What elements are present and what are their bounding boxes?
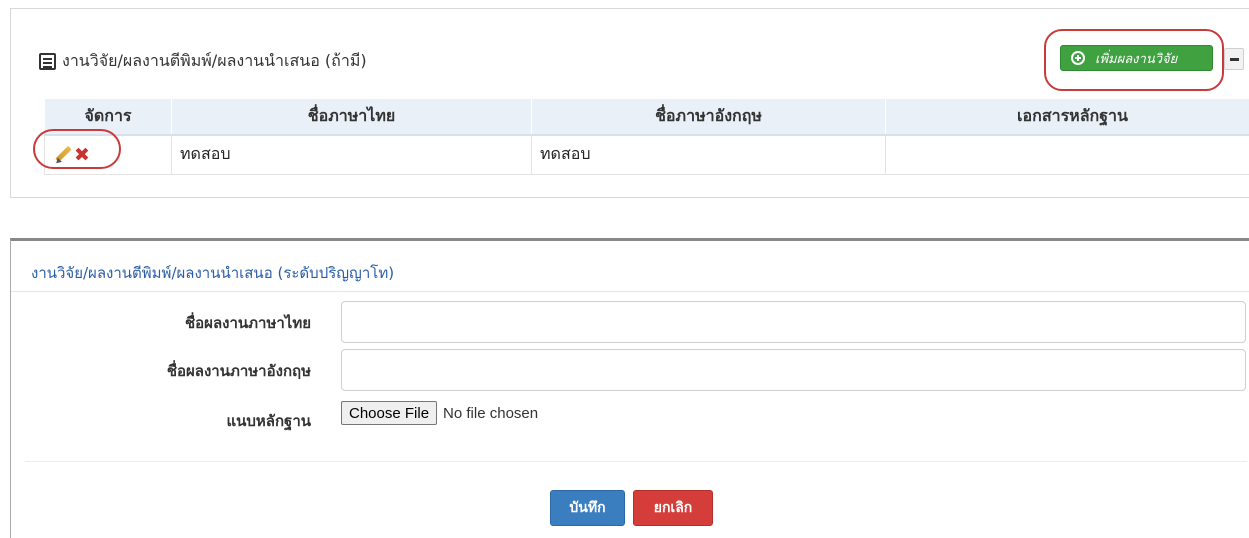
minus-icon bbox=[1230, 58, 1239, 61]
english-name-label: ชื่อผลงานภาษาอังกฤษ bbox=[167, 359, 311, 383]
table-row: ✖ ทดสอบ ทดสอบ bbox=[45, 135, 1249, 175]
modal-title: งานวิจัย/ผลงานตีพิมพ์/ผลงานนำเสนอ (ระดับ… bbox=[31, 261, 394, 285]
thai-name-label: ชื่อผลงานภาษาไทย bbox=[185, 311, 311, 335]
panel-title-text: งานวิจัย/ผลงานตีพิมพ์/ผลงานนำเสนอ (ถ้ามี… bbox=[62, 49, 367, 74]
thai-name-row: ชื่อผลงานภาษาไทย bbox=[11, 301, 1249, 341]
save-button[interactable]: บันทึก bbox=[550, 490, 625, 526]
cell-evidence bbox=[886, 135, 1249, 175]
cell-english-name: ทดสอบ bbox=[532, 135, 886, 175]
cancel-button[interactable]: ยกเลิก bbox=[633, 490, 713, 526]
panel-title: งานวิจัย/ผลงานตีพิมพ์/ผลงานนำเสนอ (ถ้ามี… bbox=[39, 49, 367, 74]
col-header-thai: ชื่อภาษาไทย bbox=[172, 99, 532, 135]
english-name-input[interactable] bbox=[341, 349, 1246, 391]
add-research-button[interactable]: เพิ่มผลงานวิจัย bbox=[1060, 45, 1213, 71]
attachment-label: แนบหลักฐาน bbox=[226, 409, 311, 433]
modal-header: งานวิจัย/ผลงานตีพิมพ์/ผลงานนำเสนอ (ระดับ… bbox=[11, 255, 1249, 292]
thai-name-input[interactable] bbox=[341, 301, 1246, 343]
research-table: จัดการ ชื่อภาษาไทย ชื่อภาษาอังกฤษ เอกสาร… bbox=[44, 98, 1249, 175]
research-panel: งานวิจัย/ผลงานตีพิมพ์/ผลงานนำเสนอ (ถ้ามี… bbox=[10, 8, 1249, 198]
modal-divider bbox=[25, 461, 1247, 462]
file-status: No file chosen bbox=[443, 405, 538, 422]
col-header-evidence: เอกสารหลักฐาน bbox=[886, 99, 1249, 135]
table-header-row: จัดการ ชื่อภาษาไทย ชื่อภาษาอังกฤษ เอกสาร… bbox=[45, 99, 1249, 135]
cell-thai-name: ทดสอบ bbox=[172, 135, 532, 175]
choose-file-button[interactable]: Choose File bbox=[341, 401, 437, 425]
attachment-row: แนบหลักฐาน bbox=[11, 399, 1249, 439]
col-header-english: ชื่อภาษาอังกฤษ bbox=[532, 99, 886, 135]
annotation-ring-actions bbox=[33, 129, 121, 169]
add-research-label: เพิ่มผลงานวิจัย bbox=[1095, 48, 1177, 69]
collapse-button[interactable] bbox=[1224, 48, 1244, 70]
file-picker: Choose File No file chosen bbox=[341, 401, 538, 425]
english-name-row: ชื่อผลงานภาษาอังกฤษ bbox=[11, 349, 1249, 389]
research-modal: งานวิจัย/ผลงานตีพิมพ์/ผลงานนำเสนอ (ระดับ… bbox=[10, 238, 1249, 538]
document-icon bbox=[39, 53, 56, 70]
plus-circle-icon bbox=[1071, 51, 1085, 65]
